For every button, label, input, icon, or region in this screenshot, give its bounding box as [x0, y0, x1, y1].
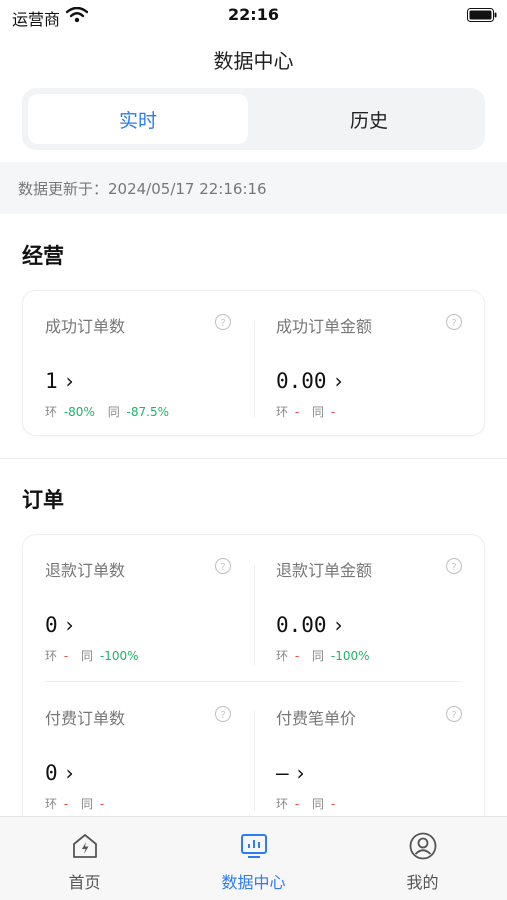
metric-success-amount[interactable]: 成功订单金额 ? 0.00 › 环 - 同 -	[254, 291, 485, 437]
metric-value-text: 0	[45, 761, 58, 785]
ring-label: 环	[45, 797, 58, 811]
help-icon[interactable]: ?	[214, 557, 232, 575]
chevron-right-icon: ›	[334, 613, 343, 637]
yoy-label: 同	[81, 649, 94, 663]
metric-value: 0 ›	[45, 761, 74, 785]
ring-label: 环	[45, 405, 58, 419]
battery-icon	[467, 8, 497, 22]
svg-text:?: ?	[451, 710, 456, 721]
svg-text:?: ?	[451, 562, 456, 573]
yoy-label: 同	[312, 649, 325, 663]
svg-text:?: ?	[451, 318, 456, 329]
yoy-label: 同	[81, 797, 94, 811]
page-title: 数据中心	[213, 49, 294, 73]
metric-value-text: –	[276, 761, 289, 785]
metric-value: – ›	[276, 761, 305, 785]
update-bar: 数据更新于：2024/05/17 22:16:16	[0, 162, 507, 214]
metric-refund-orders[interactable]: 退款订单数 ? 0 › 环 - 同 -100%	[23, 535, 254, 681]
tab-profile[interactable]: 我的	[338, 817, 507, 900]
chevron-right-icon: ›	[296, 761, 305, 785]
svg-text:?: ?	[220, 318, 225, 329]
ring-value: -80%	[63, 405, 95, 419]
yoy-value: -	[330, 405, 336, 419]
profile-icon	[409, 832, 436, 860]
section-divider	[0, 458, 507, 459]
tab-bar: 首页 数据中心 我的	[0, 816, 507, 900]
tab-label: 首页	[68, 873, 101, 892]
metric-compare: 环 - 同 -100%	[276, 647, 373, 664]
metric-value-text: 0.00	[276, 369, 327, 393]
yoy-label: 同	[312, 797, 325, 811]
ring-label: 环	[276, 405, 289, 419]
tab-realtime[interactable]: 实时	[28, 94, 248, 144]
orders-card: 退款订单数 ? 0 › 环 - 同 -100% 退款订单金额 ? 0.00 › …	[22, 534, 485, 834]
tab-data-center[interactable]: 数据中心	[169, 817, 338, 900]
ring-value: -	[294, 649, 300, 663]
tab-label: 数据中心	[221, 873, 286, 892]
yoy-value: -	[99, 797, 105, 811]
metric-label: 成功订单金额	[276, 317, 373, 336]
svg-text:?: ?	[220, 562, 225, 573]
chevron-right-icon: ›	[65, 613, 74, 637]
svg-text:?: ?	[220, 710, 225, 721]
metric-value-text: 0.00	[276, 613, 327, 637]
home-icon	[72, 834, 97, 858]
section-title-orders: 订单	[22, 488, 64, 512]
ring-value: -	[63, 797, 69, 811]
metric-compare: 环 - 同 -100%	[45, 647, 142, 664]
help-icon[interactable]: ?	[445, 313, 463, 331]
yoy-value: -100%	[99, 649, 139, 663]
metric-value-text: 0	[45, 613, 58, 637]
segment-control: 实时 历史	[22, 88, 485, 150]
metric-label: 付费笔单价	[276, 709, 357, 728]
yoy-label: 同	[107, 405, 120, 419]
metric-paid-unit-price[interactable]: 付费笔单价 ? – › 环 - 同 -	[254, 681, 485, 827]
metric-compare: 环 - 同 -	[276, 795, 338, 812]
metric-success-orders[interactable]: 成功订单数 ? 1 › 环 -80% 同 -87.5%	[23, 291, 254, 437]
chevron-right-icon: ›	[334, 369, 343, 393]
tab-label: 我的	[406, 873, 439, 892]
operation-card: 成功订单数 ? 1 › 环 -80% 同 -87.5% 成功订单金额 ? 0.0…	[22, 290, 485, 436]
metric-value: 0.00 ›	[276, 613, 343, 637]
metric-label: 付费订单数	[45, 709, 126, 728]
chart-icon	[240, 834, 267, 858]
ring-label: 环	[276, 797, 289, 811]
yoy-value: -87.5%	[126, 405, 169, 419]
ring-value: -	[294, 405, 300, 419]
ring-label: 环	[45, 649, 58, 663]
yoy-label: 同	[312, 405, 325, 419]
metric-compare: 环 -80% 同 -87.5%	[45, 403, 172, 420]
help-icon[interactable]: ?	[214, 705, 232, 723]
section-title-operation: 经营	[22, 244, 64, 268]
metric-label: 成功订单数	[45, 317, 126, 336]
tab-history[interactable]: 历史	[259, 94, 479, 144]
status-time: 22:16	[228, 5, 279, 24]
metric-refund-amount[interactable]: 退款订单金额 ? 0.00 › 环 - 同 -100%	[254, 535, 485, 681]
metric-value: 1 ›	[45, 369, 74, 393]
status-bar: 运营商 22:16	[0, 0, 507, 32]
yoy-value: -	[330, 797, 336, 811]
metric-value: 0 ›	[45, 613, 74, 637]
help-icon[interactable]: ?	[445, 705, 463, 723]
chevron-right-icon: ›	[65, 761, 74, 785]
metric-label: 退款订单金额	[276, 561, 373, 580]
yoy-value: -100%	[330, 649, 370, 663]
ring-value: -	[294, 797, 300, 811]
ring-label: 环	[276, 649, 289, 663]
update-timestamp: 数据更新于：2024/05/17 22:16:16	[18, 180, 267, 198]
metric-compare: 环 - 同 -	[45, 795, 107, 812]
help-icon[interactable]: ?	[445, 557, 463, 575]
metric-label: 退款订单数	[45, 561, 126, 580]
metric-paid-orders[interactable]: 付费订单数 ? 0 › 环 - 同 -	[23, 681, 254, 827]
metric-value: 0.00 ›	[276, 369, 343, 393]
ring-value: -	[63, 649, 69, 663]
chevron-right-icon: ›	[65, 369, 74, 393]
help-icon[interactable]: ?	[214, 313, 232, 331]
metric-value-text: 1	[45, 369, 58, 393]
tab-home[interactable]: 首页	[0, 817, 169, 900]
metric-compare: 环 - 同 -	[276, 403, 338, 420]
